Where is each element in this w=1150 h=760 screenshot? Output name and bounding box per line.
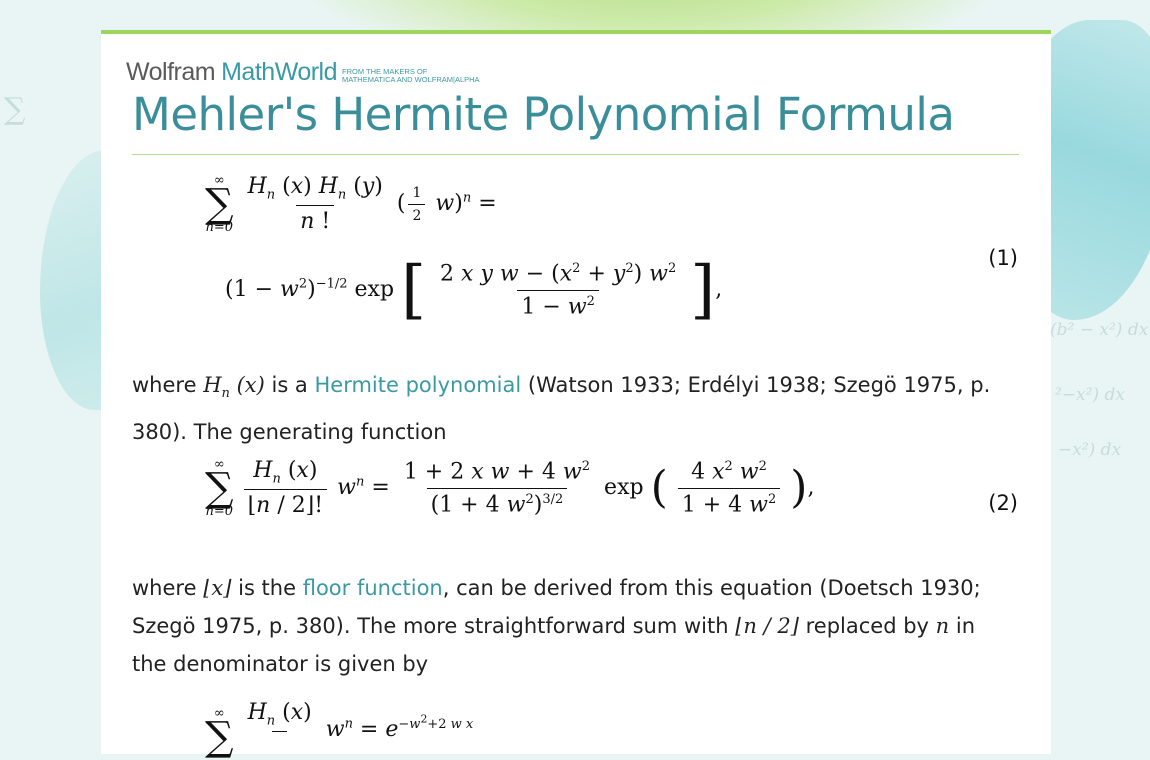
equation-1-number: (1) — [988, 246, 1018, 270]
inline-math-floor-n2: ⌊n / 2⌋ — [735, 614, 799, 638]
equation-2-number: (2) — [988, 491, 1018, 515]
hermite-polynomial-link[interactable]: Hermite polynomial — [315, 373, 522, 397]
equation-1-line-2: (1 − w2)−1/2 exp [ 2 x y w − (x2 + y2) w… — [225, 253, 723, 327]
page-title: Mehler's Hermite Polynomial Formula — [132, 88, 955, 141]
inline-math-floor-x: ⌊x⌋ — [203, 576, 232, 600]
paragraph-1: where Hn (x) is a Hermite polynomial (Wa… — [132, 366, 1012, 451]
floor-function-link[interactable]: floor function — [303, 576, 443, 600]
background-formula: (b² − x²) dx — [1050, 320, 1149, 340]
logo-mathworld-text: MathWorld — [221, 58, 338, 86]
background-formula: ∑ — [4, 92, 26, 127]
paragraph-2: where ⌊x⌋ is the floor function, can be … — [132, 569, 1012, 683]
p2-replaced: replaced by — [805, 614, 929, 638]
site-logo[interactable]: Wolfram MathWorld FROM THE MAKERS OF MAT… — [126, 58, 482, 87]
title-divider — [132, 154, 1019, 155]
equation-2: ∞ ∑ n=0 Hn (x) ⌊n / 2⌋! wn = 1 + 2 x w + 4 … — [205, 457, 815, 520]
background-formula: ²−x²) dx — [1055, 385, 1125, 405]
logo-tagline: FROM THE MAKERS OF MATHEMATICA AND WOLFR… — [342, 67, 480, 84]
logo-wolfram-text: Wolfram — [126, 58, 216, 86]
article-card: Wolfram MathWorld FROM THE MAKERS OF MAT… — [101, 30, 1051, 757]
p2-where: where — [132, 576, 197, 600]
p2-is-the: is the — [238, 576, 297, 600]
p1-where: where — [132, 373, 197, 397]
p1-is-a: is a — [271, 373, 308, 397]
background-formula: −x²) dx — [1058, 440, 1122, 460]
inline-math-hn-x: Hn (x) — [203, 373, 265, 402]
inline-math-n: n — [935, 614, 950, 638]
equation-1-line-1: ∞ ∑ n=0 Hn (x) Hn (y) n ! (1 2 w)n = — [205, 173, 497, 236]
equation-3-partial: ∞ ∑ Hn (x) wn = e−w2+2 w x — [205, 700, 474, 760]
